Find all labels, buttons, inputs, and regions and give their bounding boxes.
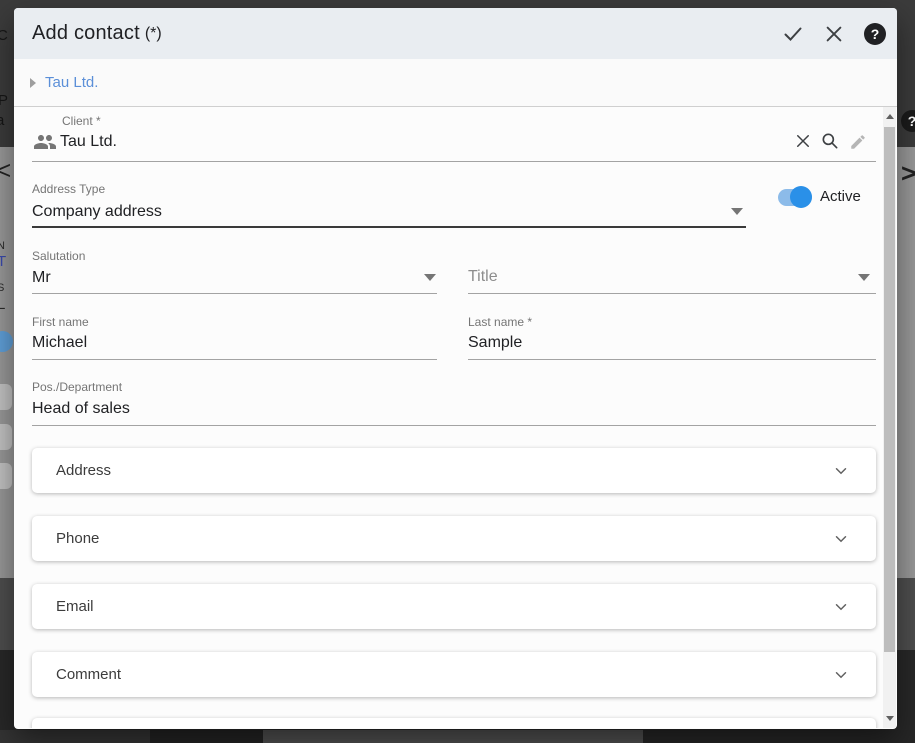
backdrop-text-fragment: C (0, 27, 8, 44)
section-partial[interactable] (32, 718, 876, 728)
last-name-underline (468, 359, 876, 360)
section-label: Phone (56, 530, 99, 547)
last-name-label: Last name * (468, 315, 532, 329)
department-label: Pos./Department (32, 380, 122, 394)
active-toggle-thumb[interactable] (790, 186, 812, 208)
client-edit-button[interactable] (848, 132, 868, 152)
backdrop-taskbar-segment (643, 730, 915, 743)
scroll-up-arrow[interactable] (886, 114, 894, 119)
section-phone[interactable]: Phone (32, 516, 876, 561)
address-type-underline (32, 226, 746, 228)
title-select[interactable]: Title (468, 268, 498, 286)
client-label: Client * (62, 114, 101, 128)
confirm-button[interactable] (781, 22, 805, 46)
section-email[interactable]: Email (32, 584, 876, 629)
backdrop-text-fragment: T (0, 253, 6, 270)
section-label: Email (56, 598, 94, 615)
section-address[interactable]: Address (32, 448, 876, 493)
dialog-title-suffix: (*) (145, 25, 162, 43)
chevron-down-icon (832, 462, 850, 480)
address-type-select[interactable]: Company address (32, 203, 162, 221)
first-name-underline (32, 359, 437, 360)
clear-icon (794, 132, 812, 150)
department-input[interactable]: Head of sales (32, 400, 130, 418)
client-expander-row[interactable]: Tau Ltd. (14, 59, 897, 107)
backdrop-text-fragment: N (0, 240, 5, 252)
check-icon (781, 22, 805, 46)
scroll-down-arrow[interactable] (886, 716, 894, 721)
client-expander-label: Tau Ltd. (45, 74, 98, 91)
scrollbar-thumb[interactable] (884, 127, 895, 652)
backdrop-card-fragment (0, 384, 12, 410)
section-label: Comment (56, 666, 121, 683)
backdrop-card-fragment (0, 463, 12, 489)
add-contact-dialog: Add contact (*) ? (14, 8, 897, 729)
backdrop-taskbar-segment (263, 730, 643, 743)
active-toggle-label: Active (820, 188, 861, 205)
backdrop-card-fragment (0, 424, 12, 450)
backdrop-taskbar-segment (0, 730, 150, 743)
chevron-down-icon (832, 598, 850, 616)
backdrop-text-fragment: L (0, 296, 5, 313)
chevron-down-icon[interactable] (731, 208, 743, 215)
dialog-title: Add contact (32, 22, 140, 45)
client-search-button[interactable] (820, 131, 840, 151)
first-name-label: First name (32, 315, 89, 329)
backdrop-text-fragment: S (0, 282, 4, 294)
search-icon (820, 131, 840, 151)
last-name-input[interactable]: Sample (468, 334, 522, 352)
salutation-select[interactable]: Mr (32, 269, 51, 287)
close-icon (823, 23, 845, 45)
people-icon (33, 130, 57, 154)
backdrop-text-fragment: P (0, 92, 8, 109)
chevron-down-icon[interactable] (424, 274, 436, 281)
chevron-down-icon (832, 666, 850, 684)
help-button[interactable]: ? (863, 22, 887, 46)
section-comment[interactable]: Comment (32, 652, 876, 697)
client-input[interactable]: Tau Ltd. (60, 133, 117, 151)
backdrop-chevron-right-icon: > (901, 158, 915, 189)
department-underline (32, 425, 876, 426)
dialog-content: Client * Tau Ltd. (14, 107, 897, 728)
header-actions: ? (781, 22, 887, 46)
title-underline (468, 293, 876, 294)
screen: C P a < N T S L ? > Add contact (*) (0, 0, 915, 743)
backdrop-chevron-left-icon: < (0, 155, 11, 186)
close-button[interactable] (822, 22, 846, 46)
pencil-icon (849, 133, 867, 151)
chevron-down-icon (832, 530, 850, 548)
dialog-header: Add contact (*) ? (14, 8, 897, 59)
salutation-underline (32, 293, 437, 294)
expander-arrow-icon (30, 78, 36, 88)
client-clear-button[interactable] (793, 131, 813, 151)
section-label: Address (56, 462, 111, 479)
address-type-label: Address Type (32, 182, 105, 196)
client-underline (32, 161, 876, 162)
backdrop-text-fragment: a (0, 112, 4, 129)
backdrop-taskbar-segment (150, 730, 263, 743)
salutation-label: Salutation (32, 249, 85, 263)
vertical-scrollbar[interactable] (883, 107, 896, 728)
first-name-input[interactable]: Michael (32, 334, 87, 352)
chevron-down-icon[interactable] (858, 274, 870, 281)
help-icon: ? (864, 23, 886, 45)
